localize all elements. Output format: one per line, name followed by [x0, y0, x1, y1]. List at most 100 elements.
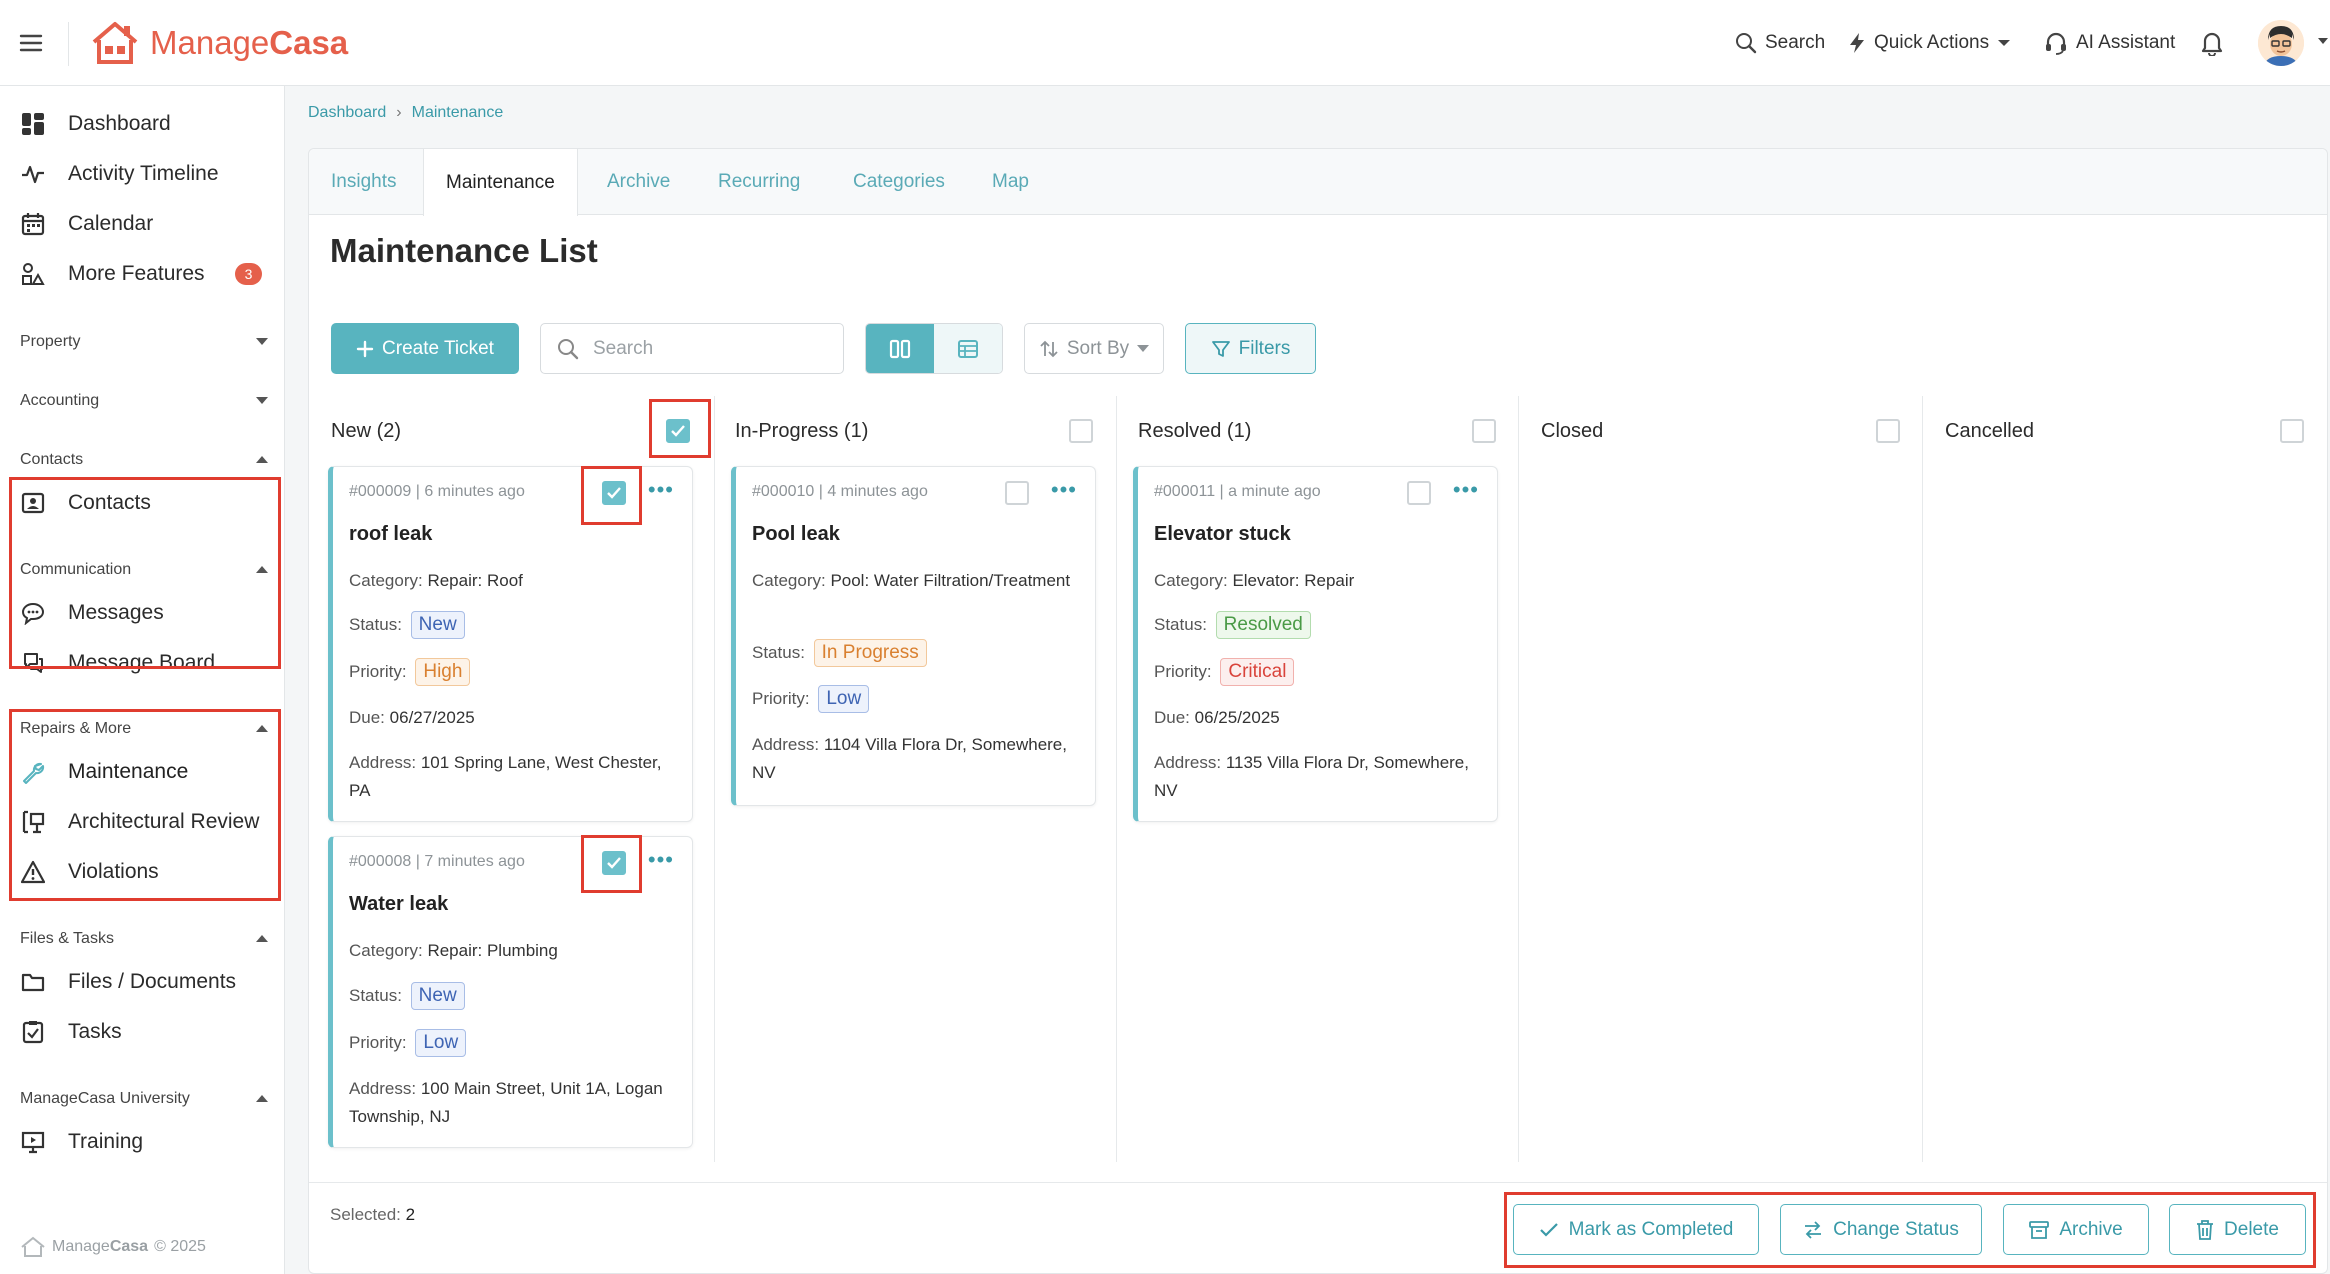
column-divider [1518, 396, 1519, 1162]
section-files-tasks[interactable]: Files & Tasks [20, 924, 268, 954]
sidebar-item-label: Tasks [68, 1020, 122, 1043]
filter-icon [1211, 340, 1230, 357]
search-label: Search [1765, 32, 1826, 53]
caret-down-icon[interactable] [2318, 36, 2328, 46]
breadcrumb: Dashboard › Maintenance [308, 104, 503, 122]
ticket-priority: Priority: Low [752, 685, 1087, 713]
section-property[interactable]: Property [20, 327, 268, 357]
column-select-all-checkbox[interactable] [1069, 419, 1093, 443]
column-select-all-checkbox[interactable] [1876, 419, 1900, 443]
sort-by-dropdown[interactable]: Sort By [1024, 323, 1164, 374]
top-bar: ManageCasa Search Quick Actions AI Assis… [0, 0, 2330, 86]
sidebar-item-training[interactable]: Training [20, 1122, 143, 1162]
ticket-checkbox[interactable] [1407, 481, 1431, 505]
caret-down-icon [1998, 40, 2011, 46]
quick-actions-dropdown[interactable]: Quick Actions [1848, 26, 2011, 60]
sidebar-item-calendar[interactable]: Calendar [20, 204, 153, 244]
bottom-divider [309, 1182, 2327, 1183]
plus-icon [356, 340, 374, 357]
filters-button[interactable]: Filters [1185, 323, 1316, 374]
selected-value: 2 [405, 1205, 416, 1224]
dashboard-icon [20, 111, 46, 137]
sidebar-item-label: Files / Documents [68, 970, 237, 993]
caret-down-icon [256, 397, 268, 404]
breadcrumb-dashboard[interactable]: Dashboard [308, 104, 386, 122]
sidebar-item-dashboard[interactable]: Dashboard [20, 104, 171, 144]
sidebar-item-activity-timeline[interactable]: Activity Timeline [20, 154, 219, 194]
sidebar-item-files-documents[interactable]: Files / Documents [20, 962, 236, 1002]
selected-count: Selected: 2 [330, 1205, 415, 1225]
column-select-all-checkbox[interactable] [1472, 419, 1496, 443]
tab-map[interactable]: Map [970, 149, 1051, 215]
copyright-text: © 2025 [154, 1238, 206, 1255]
hamburger-menu-icon[interactable] [18, 30, 44, 56]
user-avatar[interactable] [2258, 20, 2304, 66]
tab-recurring[interactable]: Recurring [696, 149, 822, 215]
section-label: Accounting [20, 392, 100, 409]
ticket-category: Category: Pool: Water Filtration/Treatme… [752, 571, 1071, 590]
section-accounting[interactable]: Accounting [20, 386, 268, 416]
brand-logo[interactable]: ManageCasa [90, 18, 348, 68]
section-contacts[interactable]: Contacts [20, 445, 268, 475]
headset-icon [2046, 32, 2066, 55]
more-options-icon[interactable]: ••• [1051, 479, 1077, 501]
ticket-card[interactable]: #000010 | 4 minutes ago ••• Pool leak Ca… [731, 466, 1096, 806]
status-badge: New [410, 611, 465, 639]
priority-badge: Low [818, 685, 870, 713]
section-university[interactable]: ManageCasa University [20, 1084, 268, 1114]
sidebar: Dashboard Activity Timeline Calendar Mor… [0, 86, 285, 1274]
ai-assistant-label: AI Assistant [2076, 32, 2176, 53]
status-badge: Resolved [1215, 611, 1311, 639]
column-divider [1922, 396, 1923, 1162]
more-options-icon[interactable]: ••• [1453, 479, 1479, 501]
ticket-checkbox[interactable] [1005, 481, 1029, 505]
activity-icon [20, 161, 46, 187]
ticket-address: Address: 100 Main Street, Unit 1A, Logan… [349, 1079, 663, 1126]
divider [68, 22, 69, 66]
breadcrumb-separator: › [396, 104, 402, 121]
brand-name: ManageCasa [150, 24, 349, 61]
sidebar-item-label: Activity Timeline [68, 162, 219, 185]
priority-badge: Low [415, 1029, 467, 1057]
selected-label: Selected: [330, 1205, 401, 1224]
search-icon [558, 338, 579, 359]
section-label: Contacts [20, 451, 84, 468]
more-options-icon[interactable]: ••• [648, 479, 674, 501]
ai-assistant-button[interactable]: AI Assistant [2044, 26, 2175, 60]
breadcrumb-maintenance[interactable]: Maintenance [412, 104, 504, 122]
ticket-title: Water leak [349, 893, 449, 915]
tab-archive[interactable]: Archive [585, 149, 692, 215]
ticket-title: roof leak [349, 523, 433, 545]
more-options-icon[interactable]: ••• [648, 849, 674, 871]
section-label: ManageCasa University [20, 1090, 190, 1107]
ticket-meta: #000009 | 6 minutes ago [349, 483, 525, 500]
calendar-icon [20, 211, 46, 237]
search-input[interactable]: Search [540, 323, 844, 374]
sidebar-item-label: Dashboard [68, 112, 171, 135]
sidebar-item-more-features[interactable]: More Features 3 [20, 254, 263, 294]
column-divider [1116, 396, 1117, 1162]
section-label: Property [20, 333, 81, 350]
create-ticket-button[interactable]: Create Ticket [331, 323, 519, 374]
ticket-meta: #000011 | a minute ago [1154, 483, 1321, 500]
sidebar-item-tasks[interactable]: Tasks [20, 1012, 122, 1052]
tab-maintenance[interactable]: Maintenance [423, 149, 578, 216]
search-button[interactable]: Search [1735, 26, 1825, 60]
ticket-due: Due: 06/27/2025 [349, 708, 475, 727]
tab-insights[interactable]: Insights [309, 149, 418, 215]
column-select-all-checkbox[interactable] [2280, 419, 2304, 443]
status-badge: New [410, 982, 465, 1010]
board-view-button[interactable] [866, 324, 934, 373]
notification-badge: 3 [234, 263, 263, 285]
sidebar-item-label: More Features [68, 262, 205, 285]
ticket-card[interactable]: #000011 | a minute ago ••• Elevator stuc… [1133, 466, 1498, 822]
bell-icon[interactable] [2200, 30, 2224, 56]
table-icon [958, 339, 978, 358]
priority-badge: Critical [1220, 658, 1295, 686]
highlight-box [581, 835, 642, 893]
list-view-button[interactable] [934, 324, 1002, 373]
column-header-new: New (2) [331, 419, 402, 442]
ticket-address: Address: 1135 Villa Flora Dr, Somewhere,… [1154, 753, 1469, 800]
tab-categories[interactable]: Categories [831, 149, 967, 215]
highlight-box [9, 477, 281, 669]
